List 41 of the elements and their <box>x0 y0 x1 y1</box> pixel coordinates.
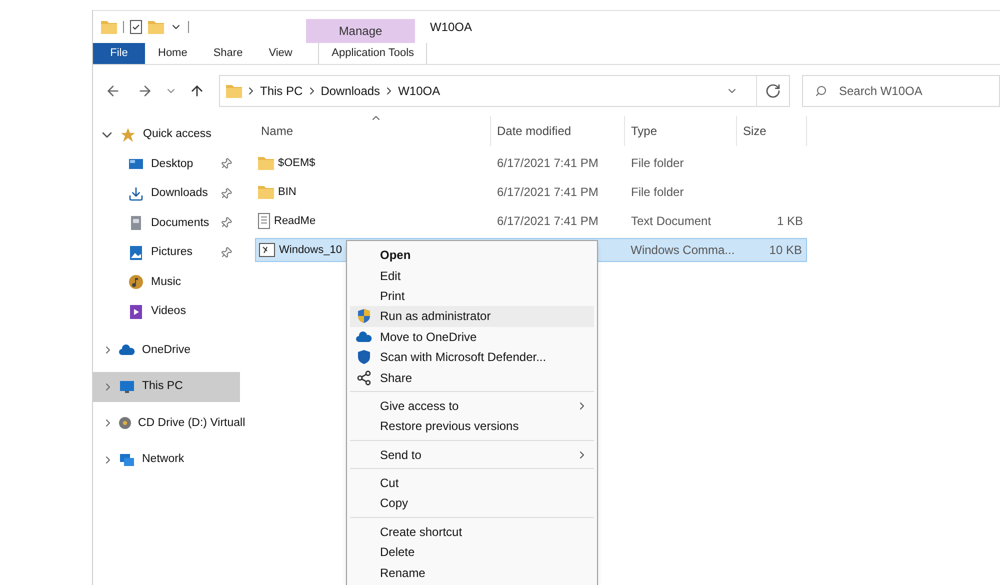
menu-label: Open <box>380 247 412 264</box>
sidebar-label: This PC <box>142 379 184 394</box>
sidebar-label: Videos <box>151 304 187 320</box>
menu-label: Restore previous versions <box>380 418 520 436</box>
file-name: BIN <box>278 184 296 200</box>
menu-label: Delete <box>380 544 416 562</box>
sidebar-label: Desktop <box>151 156 194 172</box>
sidebar-label: Downloads <box>151 186 209 202</box>
file-name: Windows_10 <box>279 242 342 258</box>
date-modified: 6/17/2021 7:41 PM <box>497 214 598 228</box>
menu-label: Copy <box>380 495 410 512</box>
menu-label: Create shortcut <box>380 524 464 541</box>
menu-label: Cut <box>380 475 400 492</box>
file-size: 1 KB <box>776 214 803 228</box>
menu-label: Print <box>380 288 406 305</box>
menu-label: Rename <box>380 564 426 582</box>
menu-label: Share <box>380 370 414 387</box>
menu-label: Scan with Microsoft Defender... <box>380 349 548 366</box>
menu-label: Run as administrator <box>380 308 492 326</box>
sidebar-label: Quick access <box>143 127 212 142</box>
file-size: 10 KB <box>769 243 802 257</box>
file-name: $OEM$ <box>278 156 316 171</box>
file-name: ReadMe <box>274 214 316 229</box>
sidebar-label: OneDrive <box>142 342 192 358</box>
sidebar-label: Pictures <box>151 245 194 260</box>
file-type: Text Document <box>631 214 712 228</box>
sidebar-label: Network <box>142 452 186 468</box>
menu-label: Send to <box>380 446 422 464</box>
ribbon-group-header: Manage <box>306 19 415 43</box>
menu-label: Edit <box>380 268 402 285</box>
file-type: Windows Comma... <box>630 243 735 257</box>
date-modified: 6/17/2021 7:41 PM <box>497 156 598 170</box>
menu-label: Give access to <box>380 398 460 415</box>
sidebar-label: Documents <box>151 216 210 231</box>
sidebar-label: Music <box>151 274 182 290</box>
window-title: W10OA <box>430 19 472 36</box>
file-type: File folder <box>631 185 684 199</box>
file-type: File folder <box>631 156 684 170</box>
sidebar-label: CD Drive (D:) Virtuall <box>138 416 246 431</box>
menu-label: Move to OneDrive <box>380 328 478 346</box>
date-modified: 6/17/2021 7:41 PM <box>497 185 598 199</box>
